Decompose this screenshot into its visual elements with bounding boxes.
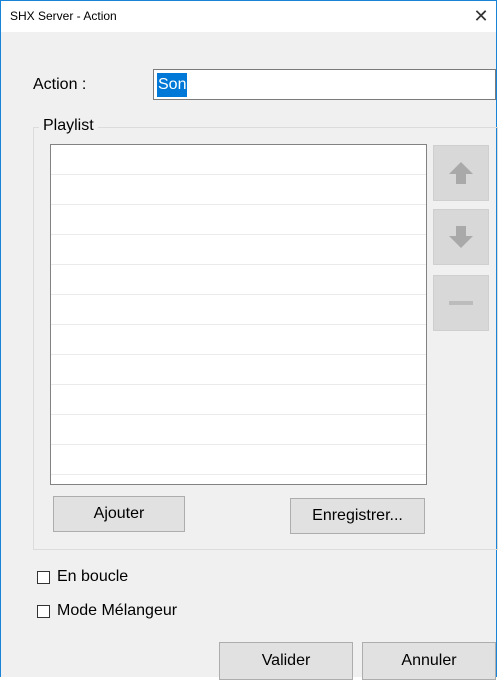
title-bar: SHX Server - Action ✕ xyxy=(1,0,496,32)
action-name-value: Son xyxy=(157,73,188,97)
list-item[interactable] xyxy=(51,175,426,205)
loop-label: En boucle xyxy=(57,568,129,585)
list-item[interactable] xyxy=(51,445,426,475)
save-playlist-button[interactable]: Enregistrer... xyxy=(290,498,425,534)
playlist-group-label: Playlist xyxy=(39,117,98,135)
action-name-input[interactable]: Son xyxy=(153,69,496,100)
arrow-down-icon xyxy=(449,226,473,248)
move-down-button[interactable] xyxy=(433,209,489,265)
cancel-button[interactable]: Annuler xyxy=(362,642,496,680)
list-item[interactable] xyxy=(51,355,426,385)
list-item[interactable] xyxy=(51,325,426,355)
action-dialog-window: SHX Server - Action ✕ Action : Son Playl… xyxy=(0,0,498,680)
list-item[interactable] xyxy=(51,295,426,325)
playlist-list[interactable] xyxy=(50,144,427,485)
list-item[interactable] xyxy=(51,145,426,175)
loop-option[interactable]: En boucle xyxy=(37,568,128,586)
mixer-mode-option[interactable]: Mode Mélangeur xyxy=(37,602,177,620)
list-item[interactable] xyxy=(51,235,426,265)
action-label: Action : xyxy=(33,76,87,93)
loop-checkbox[interactable] xyxy=(37,570,50,584)
ok-button[interactable]: Valider xyxy=(219,642,353,680)
close-button[interactable]: ✕ xyxy=(466,1,496,32)
list-item[interactable] xyxy=(51,205,426,235)
add-button[interactable]: Ajouter xyxy=(53,496,185,532)
list-item[interactable] xyxy=(51,415,426,445)
window-title: SHX Server - Action xyxy=(10,9,117,23)
list-item[interactable] xyxy=(51,385,426,415)
arrow-up-icon xyxy=(449,162,473,184)
remove-item-button[interactable] xyxy=(433,275,489,331)
move-up-button[interactable] xyxy=(433,145,489,201)
list-item[interactable] xyxy=(51,265,426,295)
close-icon: ✕ xyxy=(473,6,489,26)
mixer-mode-checkbox[interactable] xyxy=(37,604,50,618)
mixer-mode-label: Mode Mélangeur xyxy=(57,602,178,619)
minus-icon xyxy=(449,301,473,305)
